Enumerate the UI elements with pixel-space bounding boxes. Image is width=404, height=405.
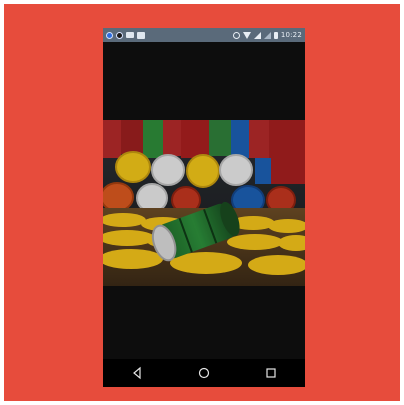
navigation-bar: [103, 359, 305, 387]
home-icon: [198, 367, 210, 379]
status-bar-left: [106, 31, 145, 39]
app-icon: [106, 31, 113, 39]
back-button[interactable]: [126, 362, 148, 384]
recents-icon: [266, 368, 276, 378]
photo-illustration: [103, 120, 305, 286]
signal-icon: [253, 31, 261, 39]
alarm-icon: [232, 31, 240, 39]
back-icon: [132, 366, 141, 380]
signal-icon-2: [263, 31, 271, 39]
oil-barrels-photo: [103, 120, 305, 286]
status-bar: 10:22: [103, 28, 305, 42]
battery-icon: [273, 31, 278, 39]
wifi-icon: [242, 31, 251, 39]
status-bar-right: 10:22: [232, 31, 302, 39]
message-icon: [126, 32, 134, 38]
recents-button[interactable]: [260, 362, 282, 384]
home-button[interactable]: [193, 362, 215, 384]
phone-screen: 10:22: [103, 28, 305, 387]
image-icon: [137, 31, 145, 39]
app-icon-2: [116, 31, 123, 39]
status-time: 10:22: [280, 31, 302, 39]
